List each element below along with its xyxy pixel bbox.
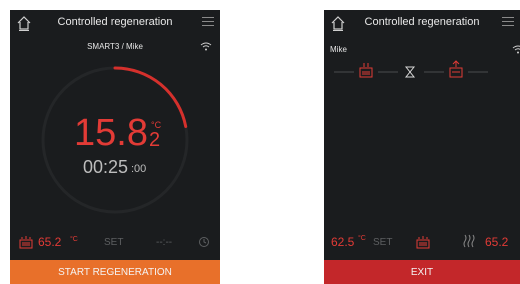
user-label: Mike (330, 45, 347, 54)
set-label[interactable]: SET (104, 237, 123, 248)
hourglass-icon (404, 66, 416, 78)
exit-button[interactable]: EXIT (324, 260, 520, 284)
core-temp-value: 65.2 (485, 235, 509, 249)
wifi-icon (512, 45, 520, 54)
holding-pot-icon (449, 60, 463, 78)
core-temp-value: 65.2 (38, 235, 62, 249)
timer-value: 00:25 (83, 157, 129, 177)
time-remaining: --:-- (156, 237, 173, 248)
chamber-temp-unit: °C (358, 235, 366, 242)
chamber-temp-value: 62.5 (331, 235, 355, 249)
temperature-value: 15.8 (74, 112, 148, 154)
timer-icon[interactable] (198, 236, 210, 248)
pot-icon (416, 236, 430, 249)
regeneration-screen-start: Controlled regeneration SMART3 / Mike 15… (10, 10, 220, 284)
page-title: Controlled regeneration (364, 16, 480, 28)
pot-icon (19, 236, 33, 249)
status-row: 62.5 °C SET 65.2 (324, 232, 520, 254)
core-temp-unit: °C (70, 236, 78, 243)
header: Controlled regeneration (324, 10, 520, 36)
heating-pot-icon (359, 63, 373, 78)
process-steps (334, 60, 488, 78)
menu-icon[interactable] (502, 17, 514, 27)
timer-seconds: :00 (131, 163, 147, 175)
temperature-decimal: 2 (149, 129, 161, 151)
start-regeneration-button[interactable]: START REGENERATION (10, 260, 220, 284)
set-label[interactable]: SET (373, 237, 392, 248)
regeneration-screen-running: Controlled regeneration Mike 62.5 °C SET (324, 10, 520, 284)
status-row: 65.2 °C SET --:-- (10, 232, 220, 254)
heat-waves-icon (463, 234, 475, 248)
